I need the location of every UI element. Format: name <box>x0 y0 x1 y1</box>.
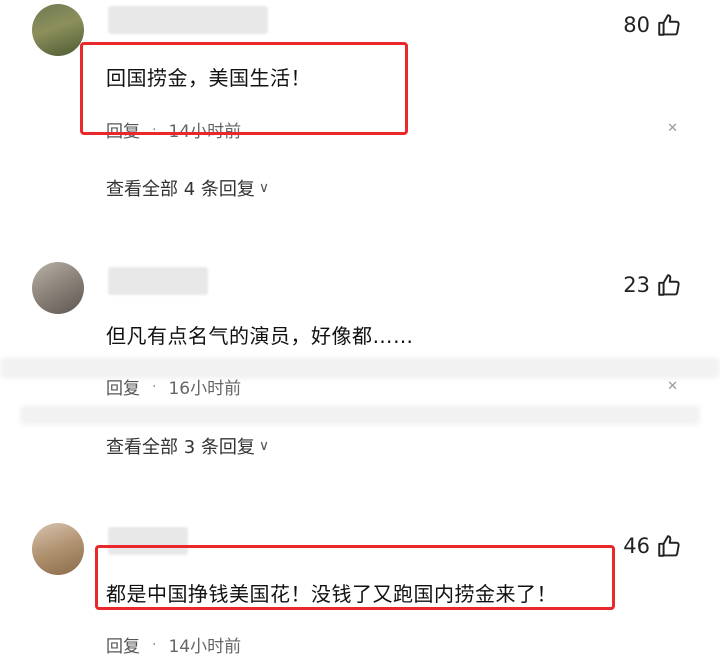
comment-meta: 回复 · 16小时前 <box>106 374 242 400</box>
reply-button[interactable]: 回复 <box>106 632 140 657</box>
comment-meta: 回复 · 14小时前 <box>106 632 242 658</box>
username-blurred[interactable] <box>108 527 188 555</box>
view-all-replies-button[interactable]: 查看全部 4 条回复 ∨ <box>106 175 269 201</box>
reply-button[interactable]: 回复 <box>106 374 140 399</box>
separator-dot: · <box>152 378 157 395</box>
thumbs-up-icon <box>658 274 680 296</box>
like-count: 23 <box>623 273 650 297</box>
reply-button[interactable]: 回复 <box>106 117 140 142</box>
username-blurred[interactable] <box>108 6 268 34</box>
timestamp: 14小时前 <box>168 122 242 142</box>
like-button[interactable]: 23 <box>623 272 682 298</box>
faded-background-text <box>20 405 700 425</box>
view-all-label: 查看全部 3 条回复 <box>106 437 255 458</box>
chevron-down-icon: ∨ <box>258 438 270 454</box>
username-blurred[interactable] <box>108 267 208 295</box>
chevron-down-icon: ∨ <box>258 180 270 196</box>
avatar[interactable] <box>32 262 84 314</box>
separator-dot: · <box>152 636 157 653</box>
thumbs-up-icon <box>658 14 680 36</box>
separator-dot: · <box>152 121 157 138</box>
view-all-replies-button[interactable]: 查看全部 3 条回复 ∨ <box>106 433 269 459</box>
like-count: 46 <box>623 534 650 558</box>
close-icon[interactable]: ✕ <box>667 379 678 394</box>
avatar[interactable] <box>32 523 84 575</box>
view-all-label: 查看全部 4 条回复 <box>106 179 255 200</box>
comment-text: 都是中国挣钱美国花！没钱了又跑国内捞金来了！ <box>106 582 557 606</box>
like-button[interactable]: 80 <box>623 12 682 38</box>
comment-meta: 回复 · 14小时前 <box>106 117 242 143</box>
close-icon[interactable]: ✕ <box>667 121 678 136</box>
thumbs-up-icon <box>658 535 680 557</box>
comment-text: 回国捞金，美国生活！ <box>106 66 311 90</box>
like-count: 80 <box>623 13 650 37</box>
comment-text: 但凡有点名气的演员，好像都…… <box>106 324 414 348</box>
timestamp: 16小时前 <box>168 379 242 399</box>
avatar[interactable] <box>32 4 84 56</box>
like-button[interactable]: 46 <box>623 533 682 559</box>
timestamp: 14小时前 <box>168 637 242 657</box>
